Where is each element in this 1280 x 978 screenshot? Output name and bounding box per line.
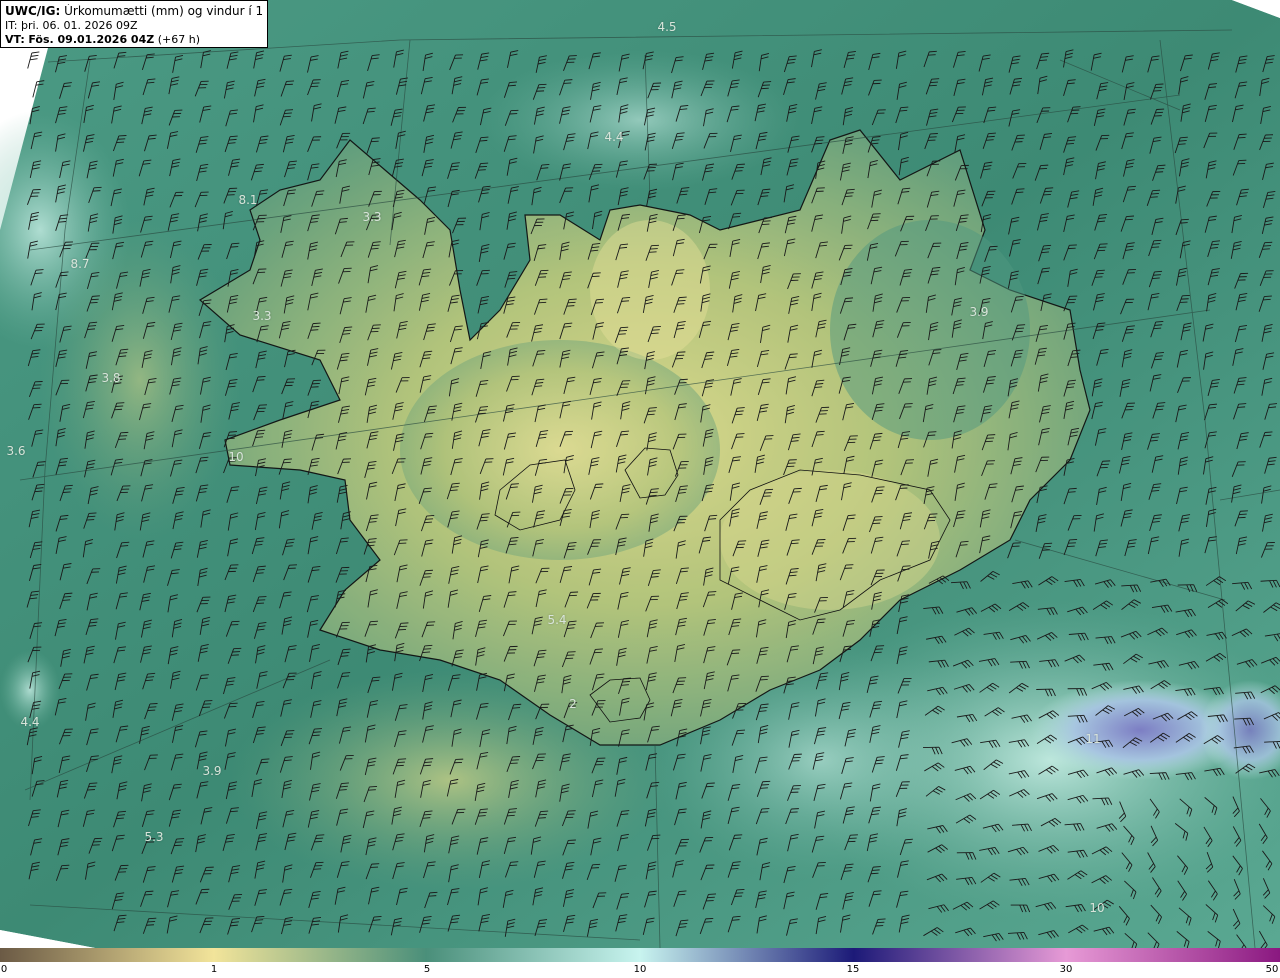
map-value-label: 2 — [569, 697, 577, 711]
colorbar-tick: 5 — [423, 964, 431, 975]
lead-time: (+67 h) — [157, 33, 200, 46]
map-value-label: 4.5 — [657, 20, 677, 34]
map-value-label: 8.7 — [70, 257, 90, 271]
map-value-label: 3.9 — [969, 305, 989, 319]
forecast-map — [0, 0, 1280, 948]
map-value-label: 3.3 — [362, 210, 382, 224]
colorbar-tick: 10 — [633, 964, 647, 975]
valid-time-prefix: VT: — [5, 33, 25, 46]
map-value-label: 5.4 — [547, 613, 567, 627]
colorbar-tick: 15 — [846, 964, 860, 975]
forecast-info-box: UWC/IG: Úrkomumætti (mm) og vindur í 100… — [0, 0, 268, 48]
map-value-label: 11 — [1085, 732, 1101, 746]
colorbar-tick: 30 — [1059, 964, 1073, 975]
colorbar-tick: 1 — [210, 964, 218, 975]
map-value-label: 5.3 — [144, 830, 164, 844]
colorbar-tick: 0 — [0, 964, 8, 975]
map-value-label: 3.6 — [6, 444, 26, 458]
initial-time-prefix: IT: — [5, 18, 18, 32]
info-initial-time-row: IT: þri. 06. 01. 2026 09Z — [5, 19, 263, 34]
map-value-label: 3.8 — [101, 371, 121, 385]
map-value-label: 4.4 — [604, 130, 624, 144]
model-code: UWC/IG: — [5, 4, 61, 18]
product-title: Úrkomumætti (mm) og vindur í 100m hæð — [64, 4, 263, 18]
initial-time: þri. 06. 01. 2026 09Z — [20, 18, 138, 32]
precipitation-colorbar — [0, 948, 1280, 962]
valid-time: Fös. 09.01.2026 04Z — [28, 33, 155, 46]
map-value-label: 10 — [228, 450, 244, 464]
map-value-label: 10 — [1089, 901, 1105, 915]
map-value-label: 3.9 — [202, 764, 222, 778]
info-valid-time-row: VT: Fös. 09.01.2026 04Z (+67 h) — [5, 33, 263, 48]
colorbar-tick: 50 — [1265, 964, 1279, 975]
map-value-label: 3.3 — [252, 309, 272, 323]
map-value-label: 4.4 — [20, 715, 40, 729]
info-title-row: UWC/IG: Úrkomumætti (mm) og vindur í 100… — [5, 4, 263, 19]
map-value-label: 8.1 — [238, 193, 258, 207]
